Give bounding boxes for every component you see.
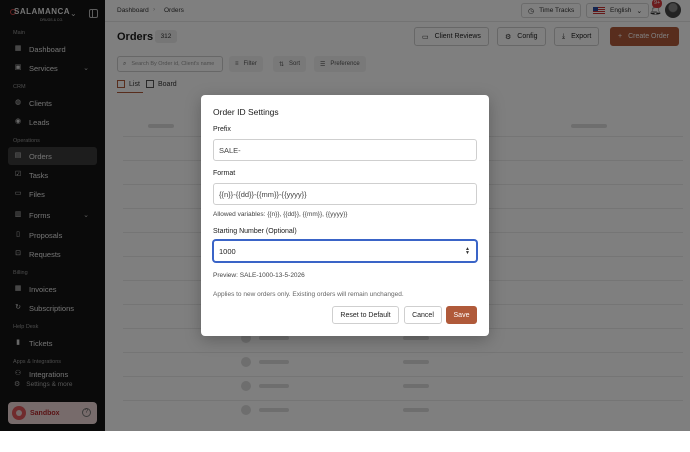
stepper-arrows-icon[interactable]: ▲ ▼ [465,247,470,256]
starting-number-label: Starting Number (Optional) [213,228,297,235]
format-label: Format [213,170,236,177]
format-value: {{n}}-{{dd}}-{{mm}}-{{yyyy}} [219,189,307,199]
format-input[interactable]: {{n}}-{{dd}}-{{mm}}-{{yyyy}} [213,183,477,205]
applies-note: Applies to new orders only. Existing ord… [213,291,404,298]
prefix-value: SALE- [219,145,241,155]
prefix-label: Prefix [213,126,231,133]
starting-number-input[interactable]: 1000 ▲ ▼ [213,240,477,262]
page-bottom-margin [0,431,690,452]
dialog-title: Order ID Settings [213,107,279,117]
save-button[interactable]: Save [446,306,477,324]
starting-number-value: 1000 [219,246,236,256]
order-id-settings-dialog: Order ID Settings Prefix SALE- Format {{… [201,95,489,336]
cancel-button[interactable]: Cancel [404,306,442,324]
allowed-variables-hint: Allowed variables: {{n}}, {{dd}}, {{mm}}… [213,211,348,218]
preview-text: Preview: SALE-1000-13-5-2026 [213,272,305,279]
reset-to-default-button[interactable]: Reset to Default [332,306,399,324]
prefix-input[interactable]: SALE- [213,139,477,161]
app-window: SALAMANCA DRUGS & CO. ⌄ Main ▦ Dashboard… [0,0,690,431]
